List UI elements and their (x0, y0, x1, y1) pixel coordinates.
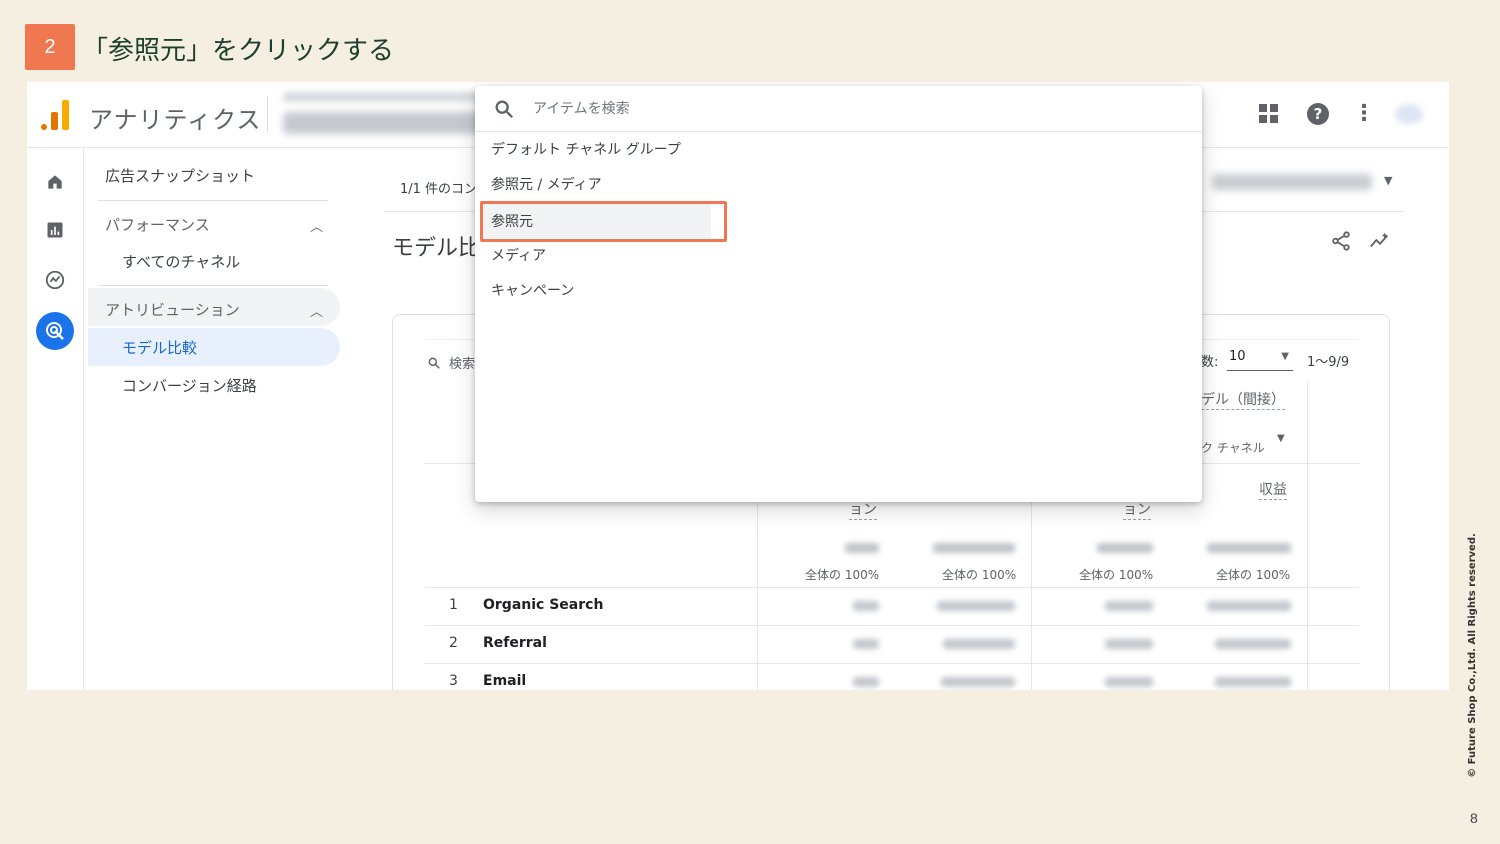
cell-value-redacted (853, 639, 879, 649)
cell-value-redacted (943, 639, 1015, 649)
total-percentage: 全体の 100% (1216, 568, 1291, 582)
search-icon (428, 357, 440, 369)
chevron-up-icon[interactable]: ︿ (310, 216, 323, 235)
cell-value-redacted (941, 677, 1015, 687)
share-icon[interactable] (1330, 230, 1352, 252)
help-icon[interactable]: ? (1306, 102, 1330, 126)
total-value-redacted (1207, 543, 1291, 553)
model-column-header[interactable]: デル（間接） (1201, 389, 1285, 410)
total-value-redacted (1097, 543, 1153, 553)
cell-value-redacted (1207, 601, 1291, 611)
cell-value-redacted (1215, 639, 1291, 649)
page-number: 8 (1470, 810, 1478, 826)
dropdown-caret-icon[interactable]: ▼ (1277, 433, 1285, 444)
cell-value-redacted (1105, 639, 1153, 649)
dropdown-item-campaign[interactable]: キャンペーン (475, 273, 1202, 307)
insights-icon[interactable] (1368, 230, 1392, 252)
row-index: 2 (449, 635, 458, 651)
revenue-column-header[interactable]: 収益 (1259, 479, 1287, 500)
nav-item-model-comparison[interactable]: モデル比較 (122, 337, 197, 358)
total-percentage: 全体の 100% (942, 568, 1017, 582)
chevron-up-icon[interactable]: ︿ (310, 301, 323, 320)
reports-icon[interactable] (43, 218, 67, 242)
cell-value-redacted (853, 677, 879, 687)
advertising-icon[interactable] (36, 312, 74, 350)
nav-item-conversion-paths[interactable]: コンバージョン経路 (122, 375, 257, 396)
dropdown-item-source[interactable]: 参照元 (483, 204, 711, 238)
rows-per-page-select[interactable]: 10 ▼ (1227, 347, 1293, 371)
home-icon[interactable] (43, 170, 67, 194)
account-name-redacted[interactable] (283, 92, 483, 102)
dropdown-caret-icon[interactable]: ▼ (1384, 174, 1392, 187)
dropdown-item-source-medium[interactable]: 参照元 / メディア (475, 167, 1202, 201)
row-channel-name: Referral (483, 635, 547, 651)
header-divider (267, 96, 268, 132)
side-navigation: 広告スナップショット パフォーマンス ︿ すべてのチャネル アトリビューション … (84, 148, 344, 690)
dropdown-item-medium[interactable]: メディア (475, 238, 1202, 272)
cell-value-redacted (1105, 601, 1153, 611)
search-icon (495, 100, 514, 119)
cell-value-redacted (853, 601, 879, 611)
nav-section-attribution[interactable]: アトリビューション (105, 299, 240, 320)
total-value-redacted (933, 543, 1015, 553)
conversions-column-header[interactable]: ョン (1123, 499, 1151, 520)
pagination-range: 1〜9/9 (1307, 355, 1350, 370)
app-name: アナリティクス (89, 106, 262, 134)
more-vert-icon[interactable]: ⋮ (1352, 102, 1376, 126)
nav-divider (98, 200, 328, 201)
nav-item-all-channels[interactable]: すべてのチャネル (122, 251, 240, 272)
nav-section-performance[interactable]: パフォーマンス (105, 214, 210, 235)
apps-grid-icon[interactable] (1257, 102, 1281, 126)
dimension-dropdown: デフォルト チャネル グループ 参照元 / メディア 参照元 メディア キャンペ… (475, 86, 1202, 502)
rows-per-page-value: 10 (1229, 349, 1246, 364)
dropdown-caret-icon: ▼ (1281, 351, 1289, 362)
total-percentage: 全体の 100% (1079, 568, 1154, 582)
analytics-screenshot: アナリティクス ? ⋮ 広告スナップショット パフォーマンス ︿ すべてのチャネ… (27, 82, 1449, 690)
step-title: 「参照元」をクリックする (82, 36, 395, 66)
copyright-notice: © Future Shop Co.,Ltd. All Rights reserv… (1462, 520, 1482, 790)
row-channel-name: Email (483, 673, 527, 689)
explore-icon[interactable] (43, 268, 67, 292)
dropdown-item-default-channel-group[interactable]: デフォルト チャネル グループ (475, 132, 1202, 166)
table-search-placeholder: 検索 (449, 357, 476, 372)
cell-value-redacted (937, 601, 1015, 611)
table-search[interactable]: 検索 (427, 353, 475, 372)
property-name-redacted[interactable] (283, 112, 483, 134)
conversion-count: 1/1 件のコン (400, 182, 478, 197)
total-value-redacted (845, 543, 879, 553)
total-percentage: 全体の 100% (805, 568, 880, 582)
row-index: 1 (449, 597, 458, 613)
step-number-badge: 2 (25, 24, 75, 70)
channel-group-selector[interactable]: ク チャネル (1201, 439, 1265, 456)
rows-per-page-label: 数: (1201, 355, 1219, 370)
copyright-text: © Future Shop Co.,Ltd. All Rights reserv… (1466, 532, 1478, 778)
account-avatar[interactable] (1395, 104, 1423, 124)
nav-item-ad-snapshot[interactable]: 広告スナップショット (105, 165, 255, 186)
cell-value-redacted (1105, 677, 1153, 687)
analytics-logo-icon[interactable] (41, 100, 69, 130)
dropdown-search-input[interactable] (533, 96, 1133, 122)
nav-divider (98, 285, 328, 286)
cell-value-redacted (1215, 677, 1291, 687)
dropdown-search-bar (475, 86, 1202, 132)
row-channel-name: Organic Search (483, 597, 604, 613)
page-title: モデル比 (392, 236, 481, 261)
comparison-selector-redacted[interactable] (1212, 174, 1372, 190)
conversions-column-header[interactable]: ョン (849, 499, 877, 520)
row-index: 3 (449, 673, 458, 689)
left-rail (27, 148, 84, 690)
